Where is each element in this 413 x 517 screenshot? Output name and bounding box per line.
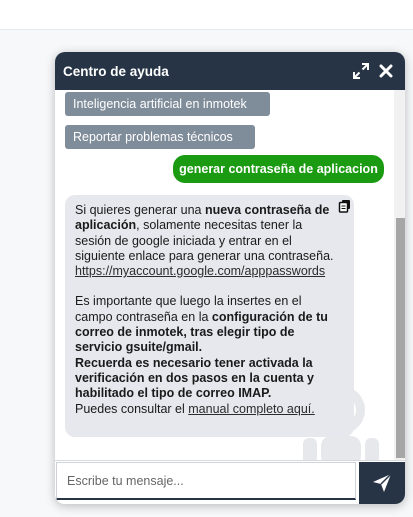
quick-reply-ai[interactable]: Inteligencia artificial en inmotek [65, 92, 270, 116]
close-button[interactable] [375, 60, 397, 82]
chat-footer [55, 460, 405, 504]
bot-text: Si quieres generar una [75, 203, 205, 217]
message-input[interactable] [56, 462, 356, 500]
app-passwords-link[interactable]: https://myaccount.google.com/apppassword… [75, 264, 325, 278]
expand-button[interactable] [350, 60, 372, 82]
bot-text-bold: Recuerda es necesario tener activada la … [75, 355, 314, 401]
send-button[interactable] [359, 462, 405, 504]
send-icon [373, 473, 392, 492]
chat-widget: Centro de ayuda Inteligencia artificial … [55, 52, 405, 504]
quick-reply-report-issues[interactable]: Reportar problemas técnicos [65, 125, 255, 149]
bot-message-paragraph: Es importante que luego la insertes en e… [75, 294, 340, 355]
chat-messages[interactable]: Inteligencia artificial en inmotek Repor… [55, 90, 405, 460]
bot-message-paragraph: Si quieres generar una nueva contraseña … [75, 203, 340, 264]
manual-link[interactable]: manual completo aquí. [188, 402, 314, 416]
bot-message: Si quieres generar una nueva contraseña … [65, 195, 354, 437]
page-top-bar [0, 0, 413, 30]
scrollbar-thumb[interactable] [396, 218, 405, 458]
bot-message-link-line: https://myaccount.google.com/apppassword… [75, 264, 340, 279]
chat-header: Centro de ayuda [55, 52, 405, 90]
copy-button[interactable] [338, 199, 352, 216]
close-icon [379, 64, 393, 78]
bot-text: Puedes consultar el [75, 401, 189, 416]
user-message: generar contraseña de aplicacion [173, 155, 384, 183]
bot-message-paragraph: Recuerda es necesario tener activada la … [75, 356, 340, 402]
bot-message-paragraph: Puedes consultar el manual completo aquí… [75, 402, 340, 417]
chat-title: Centro de ayuda [63, 64, 169, 79]
copy-icon [338, 200, 350, 213]
expand-icon [353, 63, 369, 79]
